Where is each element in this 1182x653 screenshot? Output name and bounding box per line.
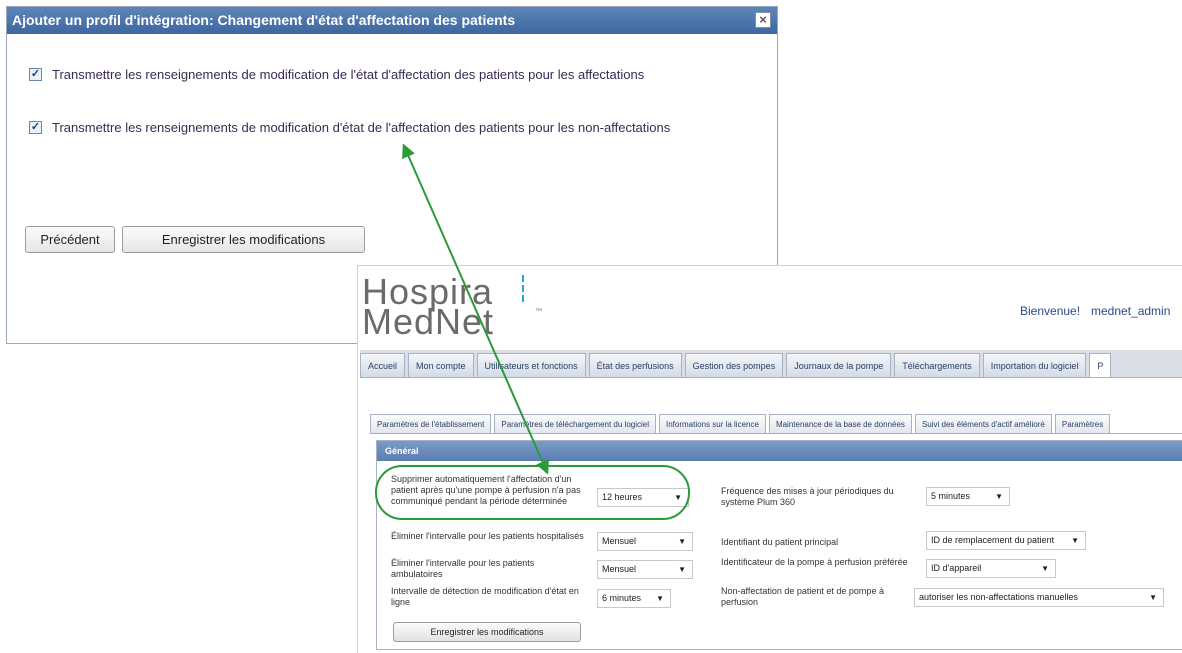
chevron-down-icon: ▼ — [678, 565, 686, 574]
tab-journaux-pompe[interactable]: Journaux de la pompe — [786, 353, 892, 377]
plum-update-select[interactable]: 5 minutes ▼ — [926, 487, 1010, 506]
select-value: autoriser les non-affectations manuelles — [919, 592, 1078, 602]
field-label-plum-update: Fréquence des mises à jour périodiques d… — [721, 486, 894, 507]
chevron-down-icon: ▼ — [1041, 564, 1049, 573]
select-value: ID de remplacement du patient — [931, 535, 1055, 545]
logo-accent-mark — [522, 295, 524, 302]
logo-accent-mark — [522, 275, 524, 282]
sub-tab-bar: Paramètres de l'établissement Paramètres… — [370, 414, 1182, 434]
chevron-down-icon: ▼ — [1071, 536, 1079, 545]
field-label-inpatient-interval: Éliminer l'intervalle pour les patients … — [391, 531, 584, 541]
field-label-primary-patient-id: Identifiant du patient principal — [721, 537, 839, 547]
dialog-titlebar: Ajouter un profil d'intégration: Changem… — [7, 7, 777, 34]
subtab-maintenance-bd[interactable]: Maintenance de la base de données — [768, 414, 912, 433]
select-value: 5 minutes — [931, 491, 971, 501]
save-changes-button[interactable]: Enregistrer les modifications — [122, 226, 365, 253]
tab-importation-logiciel[interactable]: Importation du logiciel — [982, 353, 1087, 377]
close-icon[interactable]: × — [755, 12, 771, 28]
preferred-pump-id-select[interactable]: ID d'appareil ▼ — [926, 559, 1056, 578]
checkbox-row-unassignments[interactable]: ✓ Transmettre les renseignements de modi… — [29, 120, 670, 135]
mednet-window: Hospira MedNet ™ Bienvenue! mednet_admin… — [357, 265, 1182, 653]
chevron-down-icon: ▼ — [656, 594, 664, 603]
username-link[interactable]: mednet_admin — [1091, 304, 1170, 318]
subtab-suivi-actifs[interactable]: Suivi des éléments d'actif amélioré — [914, 414, 1052, 433]
select-value: 12 heures — [602, 492, 643, 502]
tab-utilisateurs[interactable]: Utilisateurs et fonctions — [476, 353, 586, 377]
primary-patient-id-select[interactable]: ID de remplacement du patient ▼ — [926, 531, 1086, 550]
tab-accueil[interactable]: Accueil — [360, 353, 406, 377]
subtab-parametres-telechargement[interactable]: Paramètres de téléchargement du logiciel — [494, 414, 656, 433]
outpatient-interval-select[interactable]: Mensuel ▼ — [597, 560, 693, 579]
select-value: ID d'appareil — [931, 563, 982, 573]
inpatient-interval-select[interactable]: Mensuel ▼ — [597, 532, 693, 551]
field-label-outpatient-interval: Éliminer l'intervalle pour les patients … — [391, 558, 535, 579]
select-value: 6 minutes — [602, 593, 642, 603]
tab-telechargements[interactable]: Téléchargements — [894, 353, 980, 377]
chevron-down-icon: ▼ — [674, 493, 682, 502]
field-label-online-detection: Intervalle de détection de modification … — [391, 586, 579, 607]
auto-unassign-select[interactable]: 12 heures ▼ — [597, 488, 689, 507]
logo-accent-mark — [522, 285, 524, 292]
logo-trademark: ™ — [535, 308, 542, 315]
subtab-informations-licence[interactable]: Informations sur la licence — [659, 414, 766, 433]
tab-etat-perfusions[interactable]: État des perfusions — [588, 353, 682, 377]
field-label-unassignment: Non-affectation de patient et de pompe à… — [721, 586, 884, 607]
checkbox-icon[interactable]: ✓ — [29, 68, 42, 81]
chevron-down-icon: ▼ — [1149, 593, 1157, 602]
select-value: Mensuel — [602, 536, 637, 546]
section-title: Général — [377, 441, 1182, 461]
logo-mednet: MedNet — [362, 301, 495, 342]
checkbox-row-assignments[interactable]: ✓ Transmettre les renseignements de modi… — [29, 67, 644, 82]
online-detection-select[interactable]: 6 minutes ▼ — [597, 589, 671, 608]
welcome-text: Bienvenue! — [1020, 304, 1081, 318]
previous-button[interactable]: Précédent — [25, 226, 115, 253]
tab-mon-compte[interactable]: Mon compte — [408, 353, 474, 377]
checkbox-label-assignments: Transmettre les renseignements de modifi… — [52, 67, 645, 82]
chevron-down-icon: ▼ — [995, 492, 1003, 501]
main-tab-bar: Accueil Mon compte Utilisateurs et fonct… — [360, 350, 1182, 378]
chevron-down-icon: ▼ — [678, 537, 686, 546]
subtab-parametres[interactable]: Paramètres — [1054, 414, 1111, 433]
tab-parametres[interactable]: P — [1089, 353, 1112, 377]
select-value: Mensuel — [602, 564, 637, 574]
checkbox-icon[interactable]: ✓ — [29, 121, 42, 134]
subtab-parametres-etablissement[interactable]: Paramètres de l'établissement — [370, 414, 492, 433]
tab-gestion-pompes[interactable]: Gestion des pompes — [684, 353, 784, 377]
save-changes-button[interactable]: Enregistrer les modifications — [393, 622, 581, 642]
dialog-title: Ajouter un profil d'intégration: Changem… — [12, 12, 516, 28]
field-label-auto-unassign: Supprimer automatiquement l'affectation … — [391, 474, 581, 506]
field-label-preferred-pump-id: Identificateur de la pompe à perfusion p… — [721, 557, 908, 567]
checkbox-label-unassignments: Transmettre les renseignements de modifi… — [52, 120, 671, 135]
unassignment-select[interactable]: autoriser les non-affectations manuelles… — [914, 588, 1164, 607]
